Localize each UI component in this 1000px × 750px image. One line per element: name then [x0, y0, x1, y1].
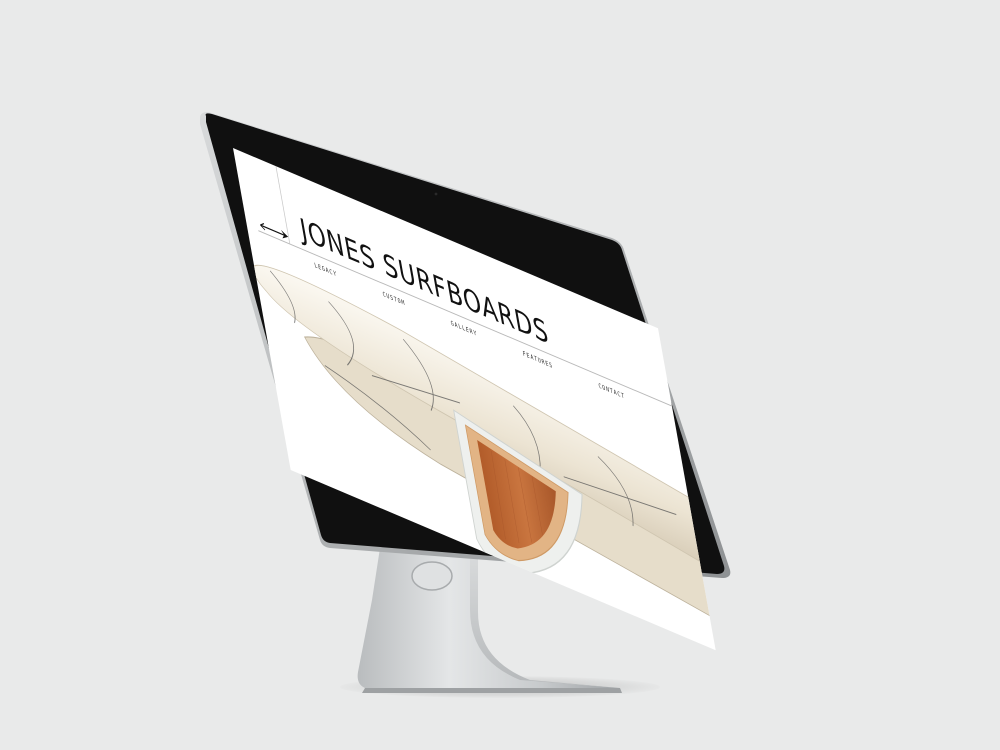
mockup-scene: JONES SURFBOARDS LEGACY CUSTOM GALLERY F… — [0, 0, 1000, 750]
nav-legacy[interactable]: LEGACY — [314, 262, 338, 279]
nav-custom[interactable]: CUSTOM — [382, 291, 406, 308]
arrow-icon[interactable] — [258, 218, 293, 245]
